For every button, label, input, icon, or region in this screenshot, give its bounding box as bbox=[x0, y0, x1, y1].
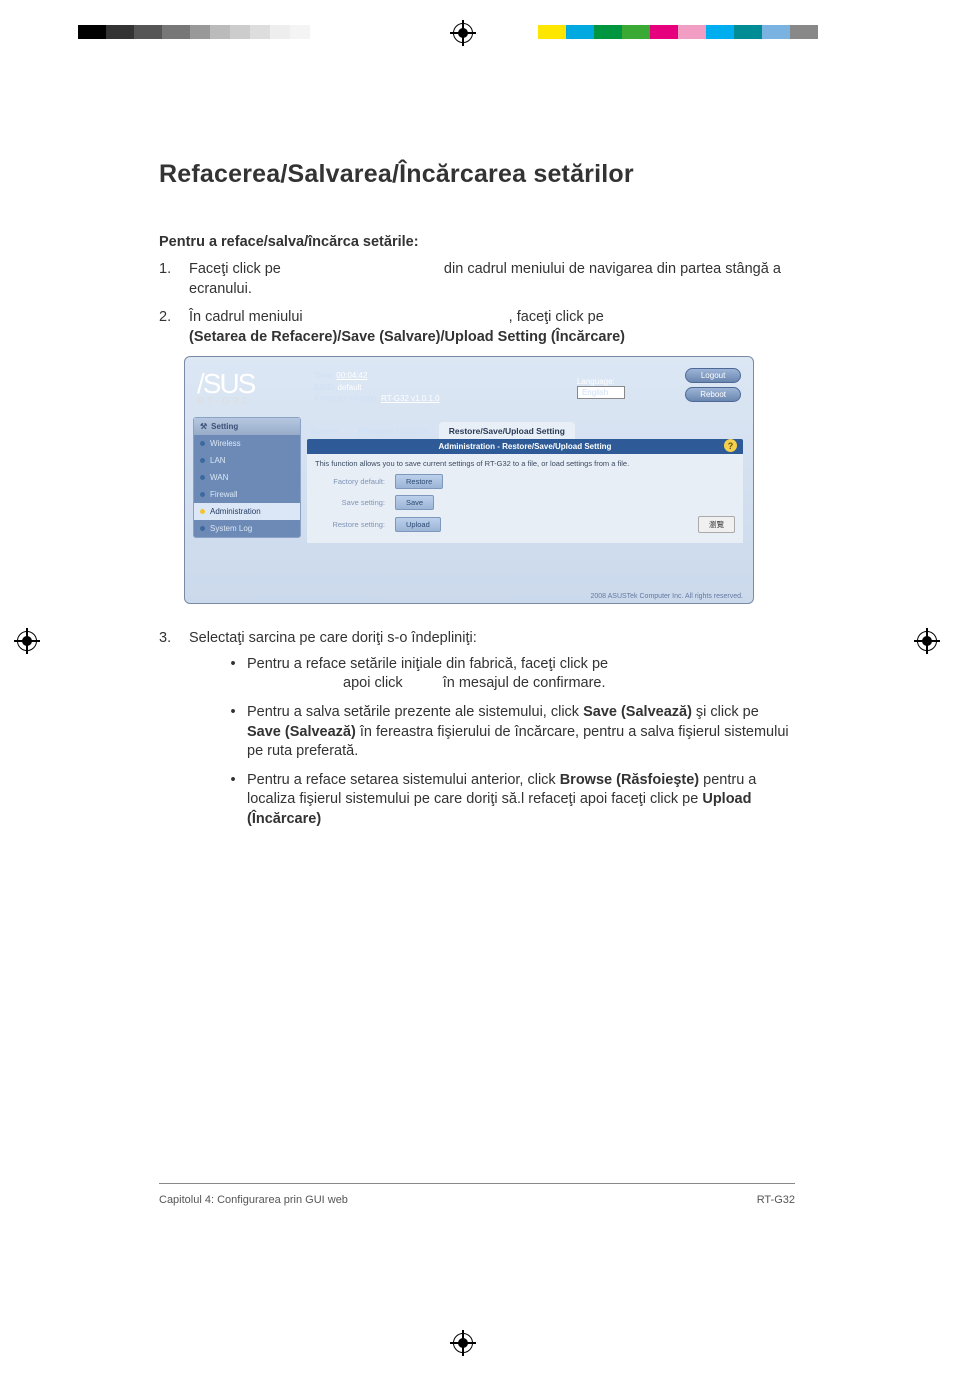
step-1-text: Faceţi click pe din cadrul meniului de n… bbox=[189, 260, 795, 299]
tab-restore-save-upload[interactable]: Restore/Save/Upload Setting bbox=[439, 422, 575, 439]
subtitle: Pentru a reface/salva/încărca setările: bbox=[159, 234, 795, 250]
sidebar-header: ⚒ Setting bbox=[194, 418, 300, 435]
reboot-button[interactable]: Reboot bbox=[685, 387, 741, 402]
sidebar: ⚒ Setting Wireless LAN WAN Firewall Admi… bbox=[193, 417, 301, 538]
copyright-text: 2008 ASUSTek Computer Inc. All rights re… bbox=[590, 593, 743, 600]
step-number: 2. bbox=[159, 308, 189, 347]
footer-chapter: Capitolul 4: Configurarea prin GUI web bbox=[159, 1194, 348, 1206]
tab-firmware-upgrade[interactable]: Firmware Upgrade bbox=[348, 422, 438, 439]
step-2-text: În cadrul meniului , faceţi click pe (Se… bbox=[189, 308, 795, 347]
tool-icon: ⚒ bbox=[200, 422, 207, 431]
browse-button[interactable]: 瀏覽 bbox=[698, 516, 735, 533]
sidebar-item-systemlog[interactable]: System Log bbox=[194, 520, 300, 537]
footer-product: RT-G32 bbox=[757, 1194, 795, 1206]
bullet-icon: • bbox=[219, 703, 247, 762]
label-save-setting: Save setting: bbox=[315, 498, 385, 507]
panel-title: Administration - Restore/Save/Upload Set… bbox=[307, 439, 743, 454]
header-info: Time: 00:04:42 SSID: default Firmware Ve… bbox=[314, 370, 439, 404]
sidebar-item-wireless[interactable]: Wireless bbox=[194, 435, 300, 452]
save-button[interactable]: Save bbox=[395, 495, 434, 510]
step-number: 3. bbox=[159, 629, 189, 838]
sidebar-item-wan[interactable]: WAN bbox=[194, 469, 300, 486]
asus-logo: /SUS bbox=[197, 368, 254, 400]
step-3-text: Selectaţi sarcina pe care doriţi s-o înd… bbox=[189, 629, 795, 649]
panel-description: This function allows you to save current… bbox=[315, 459, 735, 468]
bullet-1-text: Pentru a reface setările iniţiale din fa… bbox=[247, 655, 795, 694]
restore-button[interactable]: Restore bbox=[395, 474, 443, 489]
logout-button[interactable]: Logout bbox=[685, 368, 741, 383]
bullet-icon: • bbox=[219, 655, 247, 694]
page-title: Refacerea/Salvarea/Încărcarea setărilor bbox=[159, 160, 795, 189]
upload-button[interactable]: Upload bbox=[395, 517, 441, 532]
label-factory-default: Factory default: bbox=[315, 477, 385, 486]
sidebar-item-lan[interactable]: LAN bbox=[194, 452, 300, 469]
step-number: 1. bbox=[159, 260, 189, 299]
bullet-2-text: Pentru a salva setările prezente ale sis… bbox=[247, 703, 795, 762]
tab-system[interactable]: System bbox=[300, 422, 348, 439]
sidebar-item-administration[interactable]: Administration bbox=[194, 503, 300, 520]
product-name: RT-G32 bbox=[197, 396, 254, 407]
bullet-icon: • bbox=[219, 771, 247, 830]
label-restore-setting: Restore setting: bbox=[315, 520, 385, 529]
bullet-3-text: Pentru a reface setarea sistemului anter… bbox=[247, 771, 795, 830]
language-select[interactable]: English bbox=[577, 386, 625, 399]
router-admin-ui-screenshot: /SUS RT-G32 Time: 00:04:42 SSID: default… bbox=[184, 356, 754, 604]
sidebar-item-firewall[interactable]: Firewall bbox=[194, 486, 300, 503]
